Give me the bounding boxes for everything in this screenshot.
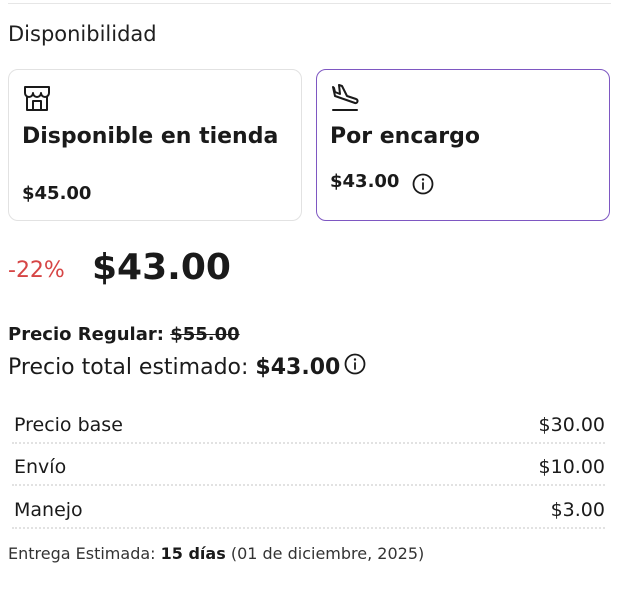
option-by-order[interactable]: Por encargo $43.00	[316, 69, 610, 221]
option-in-store-label: Disponible en tienda	[22, 124, 279, 149]
breakdown-value: $10.00	[538, 456, 605, 478]
option-in-store-price: $45.00	[22, 183, 92, 204]
option-by-order-label: Por encargo	[330, 124, 480, 149]
delivery-days: 15 días	[160, 544, 226, 563]
current-price: $43.00	[92, 247, 231, 288]
availability-title: Disponibilidad	[8, 22, 157, 46]
total-price-line: Precio total estimado: $43.00	[8, 353, 366, 380]
plane-landing-icon	[332, 84, 359, 111]
info-icon[interactable]	[412, 173, 434, 195]
regular-price-value: $55.00	[170, 324, 240, 345]
option-by-order-price: $43.00	[330, 171, 400, 192]
breakdown-label: Precio base	[14, 413, 123, 436]
delivery-date: (01 de diciembre, 2025)	[230, 544, 425, 563]
estimated-delivery: Entrega Estimada: 15 días (01 de diciemb…	[8, 544, 424, 563]
discount-badge: -22%	[8, 258, 65, 283]
total-price-label: Precio total estimado:	[8, 355, 249, 380]
regular-price-label: Precio Regular:	[8, 324, 164, 345]
delivery-label: Entrega Estimada:	[8, 544, 156, 563]
breakdown-label: Manejo	[14, 498, 83, 521]
store-icon	[24, 86, 50, 111]
price-breakdown: Precio base $30.00 Envío $10.00 Manejo $…	[12, 401, 605, 529]
total-price-value: $43.00	[255, 355, 341, 380]
breakdown-row-shipping: Envío $10.00	[12, 444, 605, 486]
option-in-store[interactable]: Disponible en tienda $45.00	[8, 69, 302, 221]
breakdown-value: $3.00	[550, 498, 605, 521]
breakdown-row-handling: Manejo $3.00	[12, 486, 605, 529]
regular-price-line: Precio Regular: $55.00	[8, 324, 240, 345]
breakdown-row-base: Precio base $30.00	[12, 401, 605, 444]
info-icon[interactable]	[344, 353, 366, 375]
breakdown-value: $30.00	[538, 413, 605, 436]
top-divider	[8, 3, 611, 4]
breakdown-label: Envío	[14, 456, 67, 478]
